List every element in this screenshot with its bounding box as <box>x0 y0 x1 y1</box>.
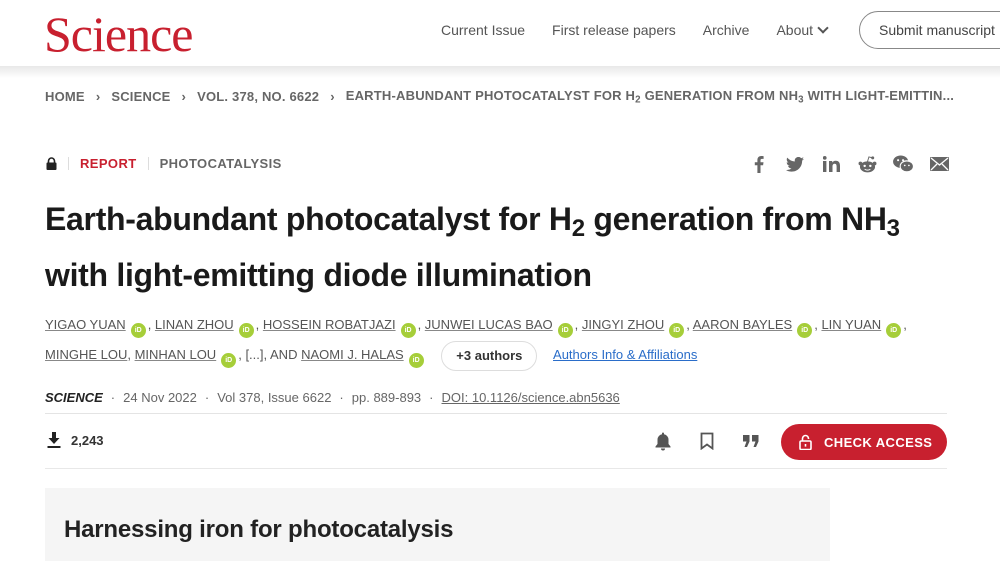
author-list: YIGAO YUAN iD, LINAN ZHOU iD, HOSSEIN ROBA… <box>45 310 945 371</box>
download-count: 2,243 <box>47 432 104 448</box>
submit-manuscript-button[interactable]: Submit manuscript <box>859 11 1000 49</box>
separator-dot: · <box>429 390 434 405</box>
breadcrumb-current: EARTH-ABUNDANT PHOTOCATALYST FOR H2 GENE… <box>346 88 954 105</box>
check-access-button[interactable]: CHECK ACCESS <box>781 424 947 460</box>
breadcrumb-current-text: WITH LIGHT-EMITTIN... <box>803 88 955 103</box>
author-link[interactable]: MINHAN LOU <box>135 347 217 362</box>
facebook-icon[interactable] <box>748 154 770 174</box>
article-label-row: REPORT PHOTOCATALYSIS <box>46 156 282 171</box>
author-link[interactable]: HOSSEIN ROBATJAZI <box>263 317 396 332</box>
twitter-icon[interactable] <box>784 154 806 174</box>
title-text: with light-emitting diode illumination <box>45 257 592 293</box>
cite-quote-icon[interactable] <box>740 430 762 452</box>
author-line-2: MINGHE LOU, MINHAN LOU iD, [...], AND NAO… <box>45 340 945 371</box>
and-label: AND <box>270 347 298 362</box>
wechat-icon[interactable] <box>892 154 914 174</box>
nav-first-release-papers[interactable]: First release papers <box>552 22 676 38</box>
breadcrumb-volume[interactable]: VOL. 378, NO. 6622 <box>197 89 319 104</box>
author-line-1: YIGAO YUAN iD, LINAN ZHOU iD, HOSSEIN ROBA… <box>45 310 945 340</box>
chevron-right-icon: › <box>95 89 101 105</box>
chevron-right-icon: › <box>330 89 335 105</box>
science-logo[interactable]: Science <box>44 6 193 62</box>
site-header: Science Current Issue First release pape… <box>0 0 1000 66</box>
author-link[interactable]: JINGYI ZHOU <box>582 317 664 332</box>
author-link[interactable]: JUNWEI LUCAS BAO <box>425 317 553 332</box>
divider <box>45 468 947 469</box>
email-icon[interactable] <box>928 154 950 174</box>
reddit-icon[interactable] <box>856 154 878 174</box>
orcid-icon[interactable]: iD <box>130 323 146 338</box>
orcid-icon[interactable]: iD <box>221 353 237 368</box>
bookmark-icon[interactable] <box>696 430 718 452</box>
publication-meta: SCIENCE · 24 Nov 2022 · Vol 378, Issue 6… <box>45 390 620 405</box>
chevron-down-icon <box>817 22 829 34</box>
separator-dot: · <box>110 390 116 405</box>
nav-archive[interactable]: Archive <box>703 22 750 38</box>
author-link[interactable]: NAOMI J. HALAS <box>301 347 404 362</box>
share-bar <box>748 154 964 174</box>
article-category[interactable]: PHOTOCATALYSIS <box>160 156 282 171</box>
journal-name: SCIENCE <box>45 390 103 405</box>
editor-summary: Harnessing iron for photocatalysis <box>45 488 830 561</box>
article-title: Earth-abundant photocatalyst for H2 gene… <box>45 196 945 298</box>
authors-ellipsis: [...] <box>245 347 264 362</box>
separator-dot: · <box>204 390 210 405</box>
subscript: 2 <box>571 215 585 242</box>
summary-title: Harnessing iron for photocatalysis <box>64 516 454 543</box>
separator-dot: · <box>339 390 344 405</box>
download-count-value: 2,243 <box>71 432 104 448</box>
page-range: pp. 889-893 <box>351 390 422 405</box>
breadcrumb: HOME › SCIENCE › VOL. 378, NO. 6622 › EA… <box>45 88 954 105</box>
breadcrumb-current-text: GENERATION FROM NH <box>640 88 799 103</box>
breadcrumb-home[interactable]: HOME <box>45 89 85 104</box>
orcid-icon[interactable]: iD <box>669 323 685 338</box>
unlock-icon <box>799 434 812 450</box>
author-link[interactable]: LINAN ZHOU <box>155 317 234 332</box>
breadcrumb-current-text: EARTH-ABUNDANT PHOTOCATALYST FOR H <box>345 88 636 103</box>
chevron-right-icon: › <box>181 89 187 105</box>
nav-about[interactable]: About <box>776 22 829 38</box>
main-nav: Current Issue First release papers Archi… <box>441 22 854 38</box>
nav-current-issue[interactable]: Current Issue <box>441 22 525 38</box>
download-icon <box>47 432 61 448</box>
bell-icon[interactable] <box>652 430 674 452</box>
subscript: 3 <box>886 215 900 242</box>
orcid-icon[interactable]: iD <box>408 353 424 368</box>
author-link[interactable]: MINGHE LOU <box>45 347 127 362</box>
volume-issue[interactable]: Vol 378, Issue 6622 <box>217 390 331 405</box>
divider <box>147 157 149 170</box>
header-shadow <box>0 66 1000 78</box>
doi-link[interactable]: DOI: 10.1126/science.abn5636 <box>442 390 620 405</box>
author-link[interactable]: AARON BAYLES <box>693 317 792 332</box>
authors-affiliations-link[interactable]: Authors Info & Affiliations <box>553 347 697 362</box>
divider <box>45 413 947 414</box>
orcid-icon[interactable]: iD <box>400 323 416 338</box>
lock-icon <box>46 157 57 170</box>
check-access-label: CHECK ACCESS <box>824 434 933 450</box>
orcid-icon[interactable]: iD <box>797 323 813 338</box>
orcid-icon[interactable]: iD <box>886 323 902 338</box>
orcid-icon[interactable]: iD <box>238 323 254 338</box>
more-authors-button[interactable]: +3 authors <box>441 340 538 371</box>
divider <box>68 157 69 170</box>
author-link[interactable]: LIN YUAN <box>821 317 881 332</box>
publication-date: 24 Nov 2022 <box>123 390 197 405</box>
linkedin-icon[interactable] <box>820 154 842 174</box>
nav-about-label: About <box>776 22 814 38</box>
title-text: Earth-abundant photocatalyst for H <box>45 201 572 237</box>
article-actions <box>652 430 784 452</box>
orcid-icon[interactable]: iD <box>557 323 573 338</box>
breadcrumb-science[interactable]: SCIENCE <box>111 89 170 104</box>
article-type: REPORT <box>80 156 137 171</box>
author-link[interactable]: YIGAO YUAN <box>45 317 126 332</box>
title-text: generation from NH <box>584 201 887 237</box>
